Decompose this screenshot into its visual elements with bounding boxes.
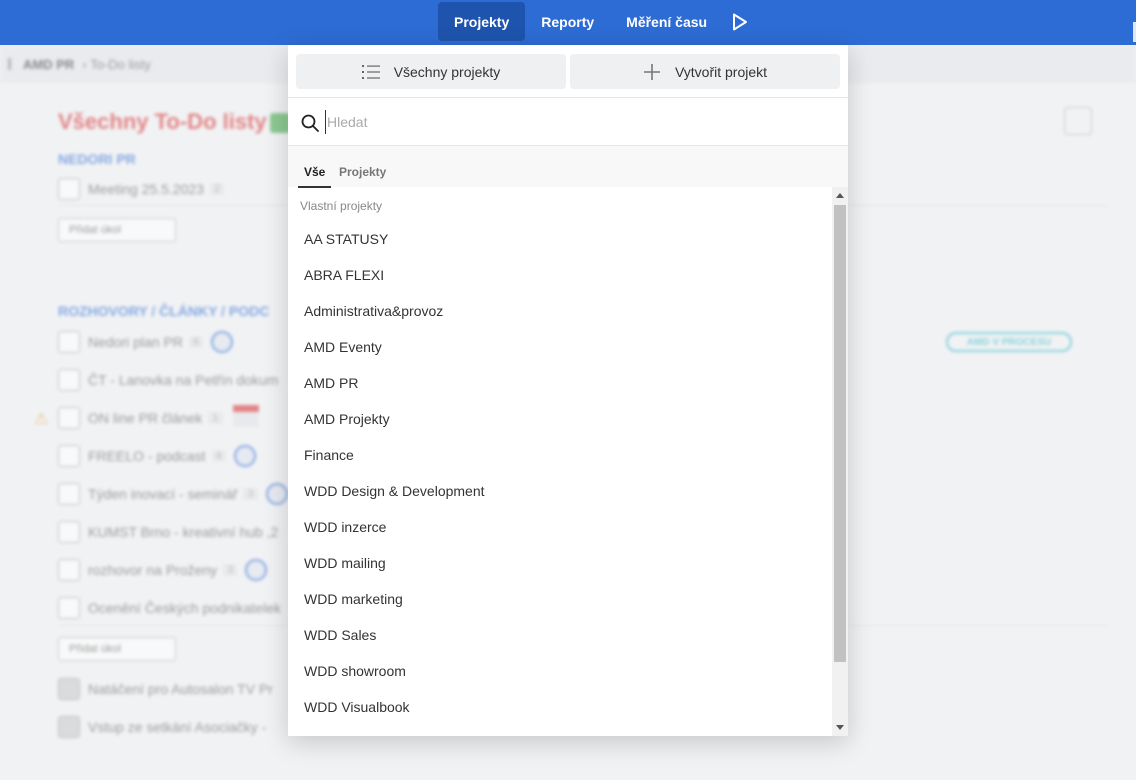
project-item[interactable]: WDD marketing — [304, 591, 403, 607]
scroll-up-icon[interactable] — [836, 193, 844, 198]
project-item[interactable]: Administrativa&provoz — [304, 303, 443, 319]
play-timer-icon[interactable] — [729, 11, 751, 33]
project-search — [288, 98, 848, 146]
task-checkbox[interactable] — [58, 521, 80, 543]
avatar — [245, 559, 268, 581]
task-label: ON line PR článek — [88, 410, 203, 426]
comment-count: 6 — [188, 336, 204, 348]
task-label: Meeting 25.5.2023 — [88, 181, 204, 197]
task-row[interactable]: FREELO - podcast 4 — [58, 444, 256, 468]
task-row[interactable]: rozhovor na Proženy 3 — [58, 558, 268, 582]
project-item[interactable]: Finance — [304, 447, 354, 463]
task-checkbox[interactable] — [58, 559, 80, 581]
task-label: ČT - Lanovka na Petřín dokum — [88, 372, 279, 388]
top-nav-bar: Projekty Reporty Měření času — [0, 0, 1136, 45]
task-checkbox[interactable] — [58, 445, 80, 467]
task-label: rozhovor na Proženy — [88, 562, 218, 578]
task-row[interactable]: Týden inovací - seminář 3 — [58, 482, 288, 506]
projects-dropdown: Všechny projekty Vytvořit projekt Vše Pr… — [288, 45, 848, 736]
task-row[interactable]: ON line PR článek 1 — [58, 406, 223, 430]
more-options-button[interactable] — [1064, 107, 1092, 135]
task-checkbox[interactable] — [58, 716, 80, 738]
task-label: Nedori plan PR — [88, 334, 183, 350]
breadcrumb-project[interactable]: AMD PR — [23, 57, 74, 72]
project-item[interactable]: AMD PR — [304, 375, 358, 391]
tab-vse[interactable]: Vše — [304, 165, 325, 179]
avatar — [211, 331, 234, 353]
project-item[interactable]: AMD Projekty — [304, 411, 390, 427]
search-input[interactable] — [325, 110, 825, 134]
project-item[interactable]: WDD Sales — [304, 627, 376, 643]
add-task-button[interactable]: Přidat úkol — [58, 637, 176, 661]
task-label: FREELO - podcast — [88, 448, 206, 464]
create-project-button[interactable]: Vytvořit projekt — [570, 54, 840, 89]
task-checkbox[interactable] — [58, 178, 80, 200]
nav-mereni-casu[interactable]: Měření času — [610, 2, 723, 41]
project-item[interactable]: WDD inzerce — [304, 519, 386, 535]
project-item[interactable]: ABRA FLEXI — [304, 267, 384, 283]
task-checkbox[interactable] — [58, 678, 80, 700]
task-checkbox[interactable] — [58, 331, 80, 353]
dropdown-actions: Všechny projekty Vytvořit projekt — [288, 45, 848, 98]
task-checkbox[interactable] — [58, 407, 80, 429]
task-row[interactable]: Vstup ze setkání Asociačky - — [58, 715, 266, 739]
create-project-label: Vytvořit projekt — [674, 63, 768, 80]
nav-projekty[interactable]: Projekty — [438, 2, 526, 41]
task-checkbox[interactable] — [58, 369, 80, 391]
task-row[interactable]: KUMST Brno - kreativní hub ,2 — [58, 520, 278, 544]
breadcrumb-separator: › — [82, 56, 91, 72]
task-label: Vstup ze setkání Asociačky - — [88, 719, 267, 735]
task-row[interactable]: ČT - Lanovka na Petřín dokum — [58, 368, 278, 392]
add-list-button[interactable] — [270, 113, 290, 133]
warning-icon: ⚠ — [34, 411, 49, 428]
list-scrollbar[interactable] — [832, 187, 848, 736]
dropdown-tabs: Vše Projekty — [288, 146, 848, 188]
list-icon — [361, 64, 380, 79]
project-item[interactable]: AMD Eventy — [304, 339, 382, 355]
all-projects-button[interactable]: Všechny projekty — [296, 54, 566, 89]
comment-count: 4 — [211, 450, 226, 462]
task-checkbox[interactable] — [58, 597, 80, 619]
task-label: KUMST Brno - kreativní hub ,2 — [88, 524, 279, 540]
avatar — [265, 483, 288, 505]
list-heading: Vlastní projekty — [300, 199, 383, 213]
task-checkbox[interactable] — [58, 483, 80, 505]
drag-handle-icon — [8, 58, 11, 70]
project-item[interactable]: AA STATUSY — [304, 231, 388, 247]
main-nav: Projekty Reporty Měření času — [438, 2, 751, 41]
task-label: Týden inovací - seminář — [88, 486, 238, 502]
breadcrumb-current: To-Do listy — [90, 56, 151, 72]
comment-count: 3 — [243, 488, 258, 500]
section-title[interactable]: ROZHOVORY / ČLÁNKY / PODC — [58, 303, 269, 319]
status-badge[interactable]: AMD V PROCESU — [946, 332, 1072, 352]
project-list: Vlastní projekty AA STATUSY ABRA FLEXI A… — [288, 187, 832, 736]
section-title[interactable]: NEDORI PR — [58, 151, 136, 167]
nav-reporty[interactable]: Reporty — [525, 2, 610, 41]
due-date-icon — [233, 405, 259, 427]
task-row[interactable]: Natáčení pro Autosalon TV Pr — [58, 677, 273, 701]
tab-projekty[interactable]: Projekty — [339, 165, 386, 179]
task-label: Ocenění Českých podnikatelek — [88, 600, 281, 616]
all-projects-label: Všechny projekty — [393, 63, 501, 80]
task-label: Natáčení pro Autosalon TV Pr — [88, 681, 273, 697]
comment-count: 1 — [208, 412, 223, 424]
search-icon — [301, 114, 319, 132]
page-title: Všechny To-Do listy — [58, 109, 267, 134]
task-row[interactable]: Ocenění Českých podnikatelek — [58, 596, 281, 620]
comment-count: 3 — [223, 564, 238, 576]
project-item[interactable]: WDD Visualbook — [304, 699, 410, 715]
scroll-down-icon[interactable] — [836, 725, 844, 730]
project-item[interactable]: WDD mailing — [304, 555, 386, 571]
scroll-thumb[interactable] — [834, 205, 846, 662]
task-row[interactable]: Nedori plan PR 6 — [58, 330, 234, 354]
project-item[interactable]: WDD Design & Development — [304, 483, 485, 499]
project-item[interactable]: WDD showroom — [304, 663, 406, 679]
plus-icon — [643, 63, 660, 80]
comment-count: 2 — [209, 183, 225, 195]
add-task-button[interactable]: Přidat úkol — [58, 218, 176, 242]
task-row[interactable]: Meeting 25.5.2023 2 — [58, 177, 225, 201]
avatar — [233, 445, 256, 467]
